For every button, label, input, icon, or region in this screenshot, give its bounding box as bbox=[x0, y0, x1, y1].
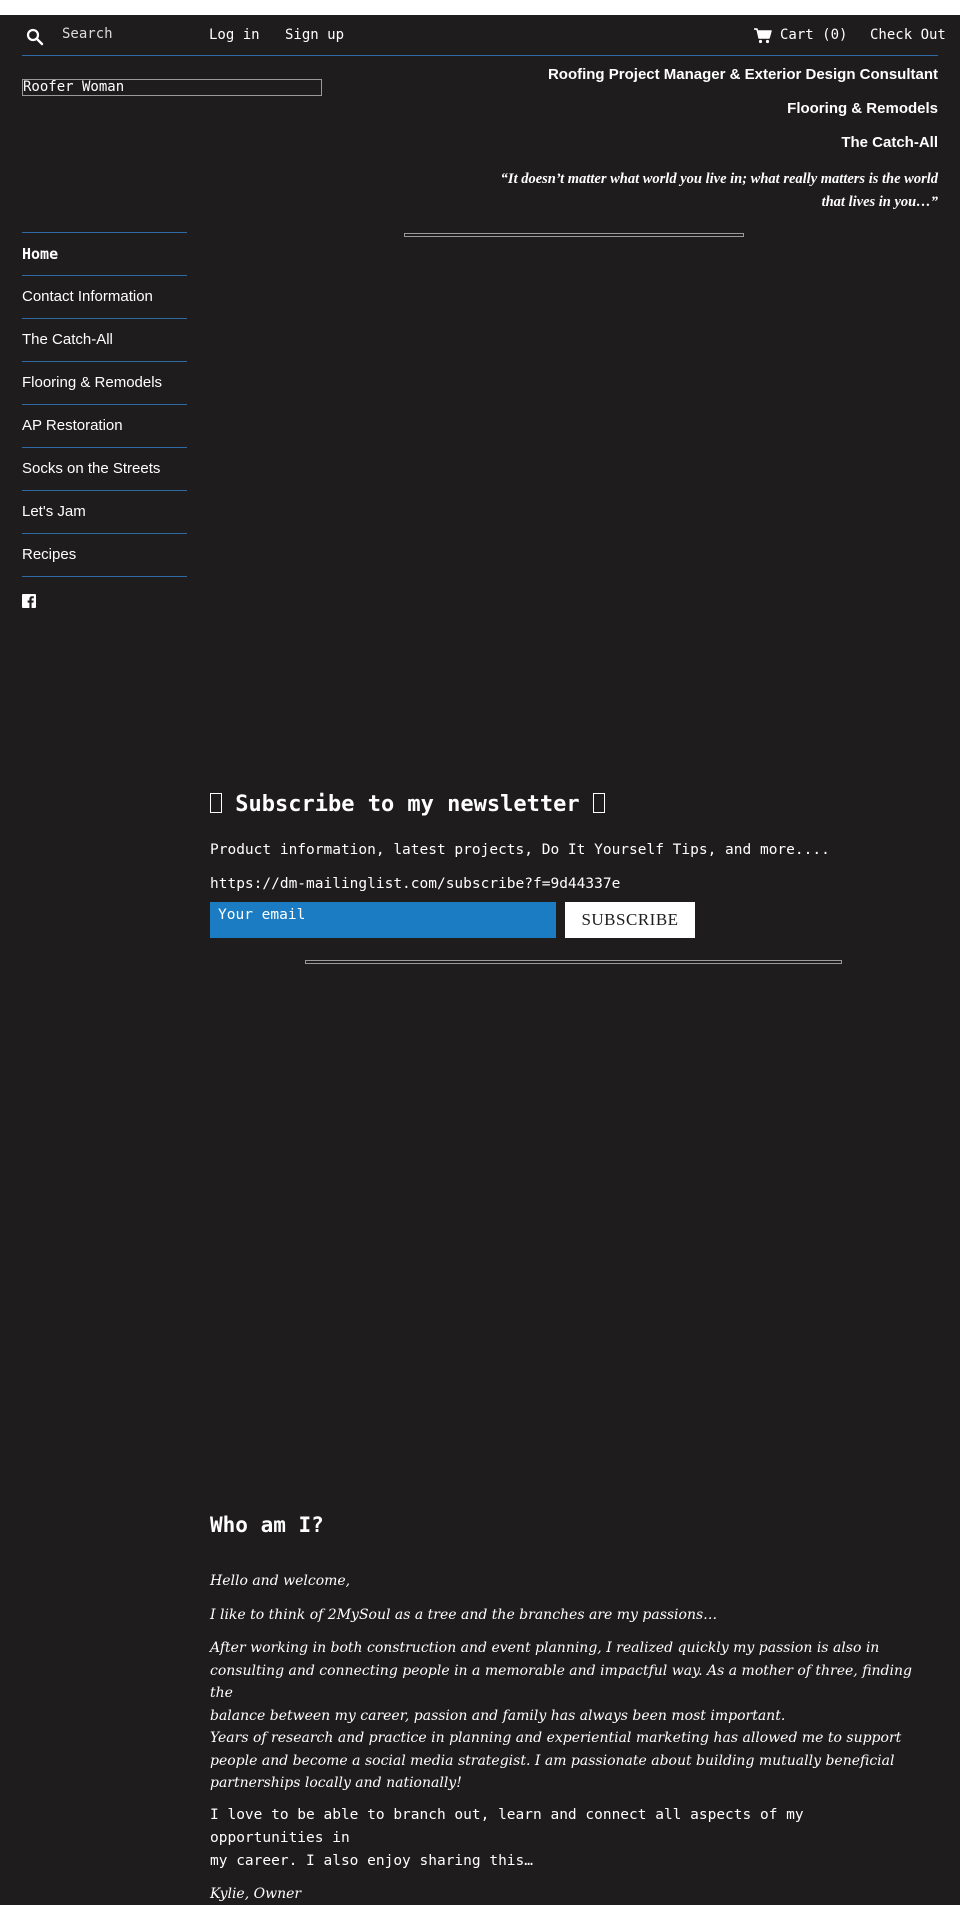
sidebar-item-home[interactable]: Home bbox=[22, 232, 187, 275]
search-input[interactable] bbox=[60, 22, 204, 46]
login-link[interactable]: Log in bbox=[209, 27, 260, 43]
about-paragraph: I love to be able to branch out, learn a… bbox=[210, 1804, 920, 1873]
placeholder-glyph-icon bbox=[593, 793, 605, 813]
about-line: After working in both construction and e… bbox=[210, 1640, 879, 1656]
newsletter-description: Product information, latest projects, Do… bbox=[210, 840, 930, 860]
email-field[interactable] bbox=[210, 902, 556, 938]
site-logo[interactable]: Roofer Woman bbox=[22, 79, 322, 96]
sidebar-item-ap-restoration[interactable]: AP Restoration bbox=[22, 404, 187, 447]
sidebar-divider bbox=[22, 576, 187, 577]
cart-link[interactable]: Cart (0) bbox=[780, 27, 847, 43]
sidebar-item-contact-information[interactable]: Contact Information bbox=[22, 275, 187, 318]
about-line: balance between my career, passion and f… bbox=[210, 1708, 785, 1724]
placeholder-glyph-icon bbox=[210, 793, 222, 813]
about-signature: Kylie, Owner bbox=[210, 1883, 920, 1905]
top-strip bbox=[0, 0, 960, 15]
header-tagline: Roofing Project Manager & Exterior Desig… bbox=[418, 66, 938, 214]
about-line: my career. I also enjoy sharing this… bbox=[210, 1853, 533, 1869]
quote-line: “It doesn’t matter what world you live i… bbox=[501, 171, 938, 187]
search-icon[interactable] bbox=[26, 28, 44, 46]
sidebar-item-lets-jam[interactable]: Let's Jam bbox=[22, 490, 187, 533]
about-section: Who am I? Hello and welcome, I like to t… bbox=[210, 1510, 920, 1905]
about-line: partnerships locally and nationally! bbox=[210, 1775, 462, 1791]
sidebar-item-recipes[interactable]: Recipes bbox=[22, 533, 187, 576]
signup-link[interactable]: Sign up bbox=[285, 27, 344, 43]
about-line: I love to be able to branch out, learn a… bbox=[210, 1807, 804, 1846]
sidebar-item-the-catch-all[interactable]: The Catch-All bbox=[22, 318, 187, 361]
section-divider bbox=[305, 960, 842, 964]
newsletter-title: Subscribe to my newsletter bbox=[210, 790, 930, 820]
newsletter-section: Subscribe to my newsletter Product infor… bbox=[210, 790, 930, 894]
section-divider bbox=[404, 233, 744, 237]
facebook-icon[interactable] bbox=[22, 594, 36, 608]
cart-icon[interactable] bbox=[754, 28, 772, 44]
checkout-link[interactable]: Check Out bbox=[870, 27, 946, 43]
about-greeting: Hello and welcome, bbox=[210, 1570, 920, 1593]
newsletter-form: SUBSCRIBE bbox=[210, 902, 695, 938]
about-paragraph: I like to think of 2MySoul as a tree and… bbox=[210, 1604, 920, 1627]
tagline-catch-all: The Catch-All bbox=[418, 134, 938, 152]
about-paragraph: After working in both construction and e… bbox=[210, 1637, 920, 1795]
subscribe-button[interactable]: SUBSCRIBE bbox=[565, 902, 695, 938]
about-line: consulting and connecting people in a me… bbox=[210, 1663, 912, 1702]
about-line: Years of research and practice in planni… bbox=[210, 1730, 901, 1746]
header-quote: “It doesn’t matter what world you live i… bbox=[418, 168, 938, 214]
top-bar: Log in Sign up Cart (0) Check Out bbox=[22, 15, 938, 56]
about-line: people and become a social media strateg… bbox=[210, 1753, 894, 1769]
tagline-flooring: Flooring & Remodels bbox=[418, 100, 938, 118]
quote-line: that lives in you…” bbox=[822, 194, 938, 210]
sidebar-item-flooring-remodels[interactable]: Flooring & Remodels bbox=[22, 361, 187, 404]
newsletter-title-text: Subscribe to my newsletter bbox=[235, 792, 579, 817]
about-title: Who am I? bbox=[210, 1510, 920, 1540]
sidebar-item-socks-on-the-streets[interactable]: Socks on the Streets bbox=[22, 447, 187, 490]
sidebar-nav: Home Contact Information The Catch-All F… bbox=[22, 232, 187, 577]
newsletter-url[interactable]: https://dm-mailinglist.com/subscribe?f=9… bbox=[210, 874, 930, 894]
tagline-roofing: Roofing Project Manager & Exterior Desig… bbox=[418, 66, 938, 84]
